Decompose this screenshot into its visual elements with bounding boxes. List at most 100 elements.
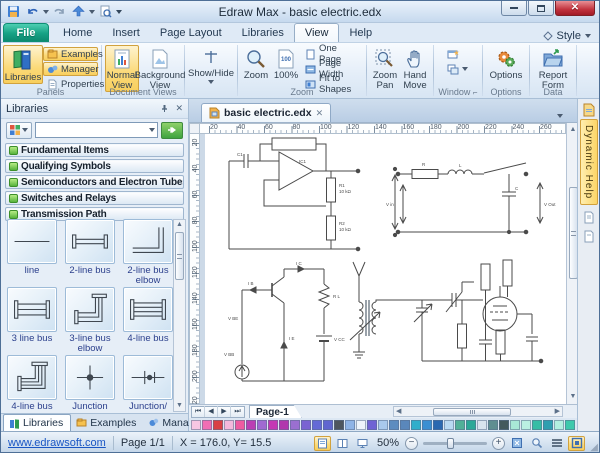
color-swatch[interactable] — [488, 420, 498, 430]
color-swatch[interactable] — [444, 420, 454, 430]
color-swatch[interactable] — [367, 420, 377, 430]
options-button[interactable]: Options — [486, 45, 526, 82]
shape-bus4-tile[interactable] — [123, 287, 173, 332]
page-tab[interactable]: Page-1 — [249, 405, 302, 418]
fit-page-button[interactable] — [508, 436, 525, 451]
color-swatch[interactable] — [334, 420, 344, 430]
scroll-up-icon[interactable]: ▲ — [570, 125, 577, 135]
zoom-slider-thumb[interactable] — [447, 438, 454, 449]
color-swatch[interactable] — [356, 420, 366, 430]
last-page-button[interactable]: ⏭ — [231, 406, 244, 417]
presentation-mode-button[interactable] — [354, 436, 371, 451]
zoom-100-button[interactable]: 100 100% — [271, 45, 301, 82]
close-button[interactable]: ✕ — [555, 1, 595, 16]
scroll-right-icon[interactable]: ▶ — [555, 407, 560, 417]
color-swatch[interactable] — [510, 420, 520, 430]
color-swatch[interactable] — [257, 420, 267, 430]
pan-window-button[interactable] — [568, 436, 585, 451]
color-swatch[interactable] — [554, 420, 564, 430]
tab-page-layout[interactable]: Page Layout — [150, 23, 232, 42]
help-page-icon[interactable] — [582, 103, 596, 117]
color-swatch[interactable] — [389, 420, 399, 430]
library-go-button[interactable] — [161, 122, 183, 139]
background-view-button[interactable]: Background View — [139, 45, 181, 92]
panel-tab-libraries[interactable]: Libraries — [3, 414, 71, 431]
window-dialog-launcher-icon[interactable]: ⌐ — [473, 88, 478, 97]
style-icon[interactable] — [543, 31, 553, 41]
color-swatch[interactable] — [312, 420, 322, 430]
tab-help[interactable]: Help — [339, 23, 382, 42]
pin-icon[interactable] — [160, 104, 169, 113]
color-swatch[interactable] — [235, 420, 245, 430]
shape-junction-tile[interactable] — [65, 355, 115, 400]
color-swatch[interactable] — [422, 420, 432, 430]
circuit-rlc[interactable]: R L C V in V Out — [386, 162, 556, 234]
color-swatch[interactable] — [323, 420, 333, 430]
prev-page-button[interactable]: ◀ — [205, 406, 218, 417]
circuit-radio[interactable] — [350, 260, 543, 363]
shape-bus3-tile[interactable] — [7, 287, 57, 332]
color-swatch[interactable] — [455, 420, 465, 430]
split-view-mode-button[interactable] — [334, 436, 351, 451]
tab-insert[interactable]: Insert — [102, 23, 150, 42]
tab-view[interactable]: View — [294, 23, 340, 42]
library-section-switches-and-relays[interactable]: Switches and Relays — [5, 191, 184, 205]
help-doc2-icon[interactable] — [583, 230, 595, 243]
color-swatch[interactable] — [279, 420, 289, 430]
tab-libraries[interactable]: Libraries — [232, 23, 294, 42]
library-menu-button[interactable] — [6, 122, 32, 139]
drawing-page[interactable]: IC1 C1 R1 10 kΩ R2 10 kΩ — [200, 134, 566, 404]
minimize-button[interactable] — [501, 1, 527, 16]
shape-bus2-tile[interactable] — [65, 219, 115, 264]
show-hide-button[interactable]: Show/Hide — [188, 45, 234, 85]
zoom-out-button[interactable]: − — [405, 437, 418, 450]
maximize-button[interactable] — [528, 1, 554, 16]
color-swatch[interactable] — [213, 420, 223, 430]
circuit-opamp[interactable]: IC1 C1 R1 10 kΩ R2 10 kΩ — [229, 138, 398, 251]
color-swatch[interactable] — [191, 420, 201, 430]
shape-elbow2-tile[interactable] — [123, 219, 173, 264]
next-page-button[interactable]: ▶ — [218, 406, 231, 417]
color-swatch[interactable] — [543, 420, 553, 430]
library-section-semiconductors-and-electron-tubes[interactable]: Semiconductors and Electron Tubes — [5, 175, 184, 189]
scroll-down-icon[interactable]: ▼ — [570, 392, 577, 402]
help-doc-icon[interactable] — [583, 211, 595, 224]
panel-tab-examples[interactable]: Examples — [71, 414, 143, 431]
color-swatch[interactable] — [532, 420, 542, 430]
arrange-windows-button[interactable] — [443, 62, 472, 76]
dynamic-help-tab[interactable]: Dynamic Help — [580, 119, 598, 205]
zoom-in-button[interactable]: + — [492, 437, 505, 450]
scroll-down-icon[interactable]: ▼ — [176, 401, 183, 411]
color-swatch[interactable] — [400, 420, 410, 430]
library-section-fundamental-items[interactable]: Fundamental Items — [5, 143, 184, 157]
scrollbar-thumb[interactable] — [433, 408, 511, 416]
canvas-horizontal-scrollbar[interactable]: ◀ ▶ — [393, 406, 563, 417]
normal-view-mode-button[interactable] — [314, 436, 331, 451]
zoom-button[interactable]: Zoom — [241, 45, 271, 82]
resize-grip[interactable]: ◢ — [590, 442, 598, 453]
document-tab[interactable]: basic electric.edx ✕ — [201, 103, 331, 122]
circuit-transistor[interactable]: I C I B I E R L V CC V BE V BB — [224, 261, 346, 381]
tab-home[interactable]: Home — [53, 23, 102, 42]
shape-elbow3-tile[interactable] — [65, 287, 115, 332]
zoom-pan-button[interactable]: Zoom Pan — [370, 45, 400, 92]
scroll-up-icon[interactable]: ▲ — [176, 220, 183, 230]
style-dropdown-icon[interactable] — [585, 34, 591, 38]
color-swatch[interactable] — [268, 420, 278, 430]
color-swatch[interactable] — [433, 420, 443, 430]
scrollbar-thumb[interactable] — [175, 232, 184, 280]
color-swatch[interactable] — [477, 420, 487, 430]
style-button[interactable]: Style — [557, 30, 581, 42]
color-swatch[interactable] — [246, 420, 256, 430]
color-swatch[interactable] — [290, 420, 300, 430]
color-swatch[interactable] — [202, 420, 212, 430]
page-list-button[interactable] — [548, 436, 565, 451]
color-swatch[interactable] — [499, 420, 509, 430]
tab-list-dropdown-icon[interactable] — [557, 114, 563, 118]
report-form-button[interactable]: Report Form — [533, 45, 573, 92]
edrawsoft-link[interactable]: www.edrawsoft.com — [8, 437, 106, 449]
libraries-button[interactable]: Libraries — [3, 45, 43, 84]
zoom-slider[interactable] — [423, 442, 487, 445]
color-swatch[interactable] — [224, 420, 234, 430]
color-swatch[interactable] — [345, 420, 355, 430]
